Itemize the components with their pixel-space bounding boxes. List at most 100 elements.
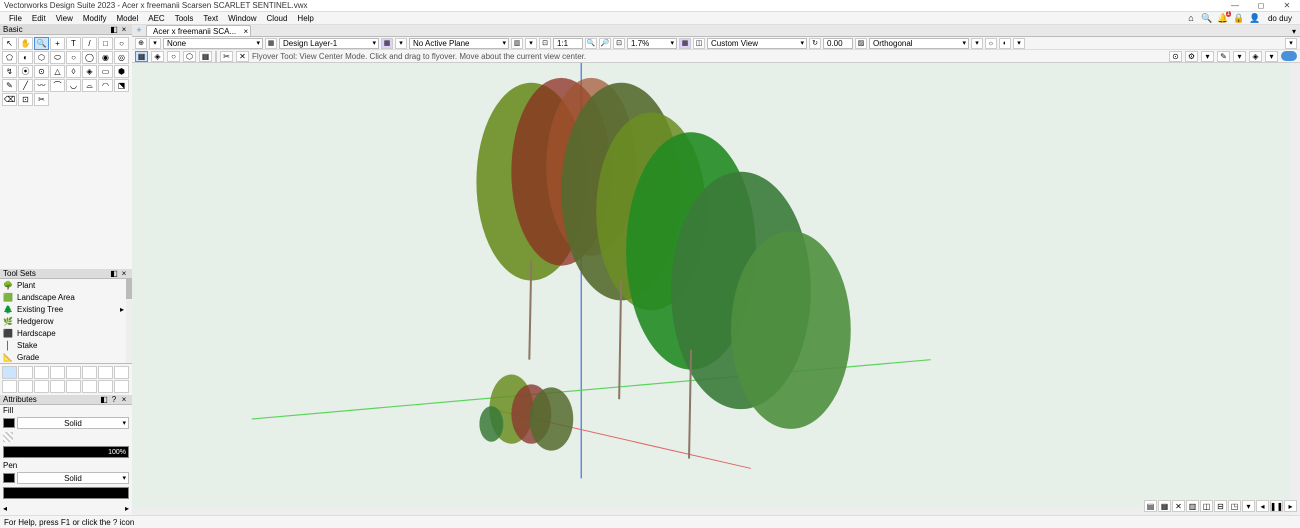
pen-color-swatch[interactable]	[3, 473, 15, 483]
home-icon[interactable]: ⌂	[1184, 12, 1198, 24]
basic-tool-33[interactable]: ⊡	[18, 93, 33, 106]
basic-tool-29[interactable]: ⌓	[82, 79, 97, 92]
basic-tool-15[interactable]: ◎	[114, 51, 129, 64]
toolset-subtool-6[interactable]	[98, 366, 113, 379]
projection-dropdown[interactable]: Orthogonal	[869, 38, 969, 49]
basic-tool-7[interactable]: ○	[114, 37, 129, 50]
prev-view-icon[interactable]: ◂	[1256, 500, 1269, 512]
constraint-icon[interactable]: ✎	[1217, 51, 1230, 62]
toolset-item-hedgerow[interactable]: 🌿Hedgerow	[0, 315, 132, 327]
basic-tool-17[interactable]: ⦿	[18, 65, 33, 78]
pen-opacity-slider[interactable]	[3, 487, 129, 499]
basic-tool-9[interactable]: ◐	[18, 51, 33, 64]
light-icon[interactable]: ☼	[985, 38, 997, 49]
basic-tool-20[interactable]: ◊	[66, 65, 81, 78]
layer-dropdown[interactable]: Design Layer-1	[279, 38, 379, 49]
fill-pattern-swatch[interactable]	[3, 432, 13, 442]
quick-pref-toggle[interactable]	[1281, 51, 1297, 61]
basic-tool-13[interactable]: ◯	[82, 51, 97, 64]
class-dropdown[interactable]: None	[163, 38, 263, 49]
basic-tool-0[interactable]: ↖	[2, 37, 17, 50]
mode-3-button[interactable]: ○	[167, 51, 180, 62]
constraint-toggle-icon[interactable]: ▾	[1233, 51, 1246, 62]
lock-icon[interactable]: 🔒	[1232, 12, 1246, 24]
notifications-icon[interactable]: 🔔1	[1216, 12, 1230, 24]
basic-tool-18[interactable]: ⊙	[34, 65, 49, 78]
toolset-item-hardscape[interactable]: ⬛Hardscape	[0, 327, 132, 339]
view-cube-icon[interactable]: ◫	[693, 38, 705, 49]
panel-undock-icon[interactable]: ◧	[109, 25, 119, 34]
fill-mode-dropdown[interactable]: Solid	[17, 417, 129, 429]
basic-tool-26[interactable]: 〰	[34, 79, 49, 92]
basic-tool-12[interactable]: ○	[66, 51, 81, 64]
menu-tools[interactable]: Tools	[170, 14, 199, 23]
basic-tool-22[interactable]: ▭	[98, 65, 113, 78]
zoom-dropdown[interactable]: 1.7%	[627, 38, 677, 49]
menu-view[interactable]: View	[51, 14, 78, 23]
view-dropdown[interactable]: Custom View	[707, 38, 807, 49]
shadow-icon[interactable]: ◐	[999, 38, 1011, 49]
panel-undock-icon[interactable]: ◧	[99, 395, 109, 404]
basic-tool-10[interactable]: ⬡	[34, 51, 49, 64]
basic-tool-24[interactable]: ✎	[2, 79, 17, 92]
rotation-field[interactable]: 0.00	[823, 38, 853, 49]
document-tab[interactable]: Acer x freemanii SCA... ×	[146, 25, 251, 36]
mode-5-button[interactable]: ▦	[199, 51, 212, 62]
basic-tool-1[interactable]: ✋	[18, 37, 33, 50]
scale-icon[interactable]: ⊡	[539, 38, 551, 49]
toolset-subtool-4[interactable]	[66, 366, 81, 379]
vertical-scrollbar[interactable]	[1290, 63, 1300, 508]
basic-tool-19[interactable]: △	[50, 65, 65, 78]
toolset-subtool-11[interactable]	[50, 380, 65, 393]
zoom-out-icon[interactable]: 🔎	[599, 38, 611, 49]
menu-model[interactable]: Model	[111, 14, 143, 23]
basic-tool-27[interactable]: ⌒	[50, 79, 65, 92]
user-icon[interactable]: 👤	[1248, 12, 1262, 24]
menu-modify[interactable]: Modify	[78, 14, 112, 23]
menu-help[interactable]: Help	[292, 14, 318, 23]
close-button[interactable]: ✕	[1274, 0, 1300, 12]
panel-undock-icon[interactable]: ◧	[109, 269, 119, 278]
fill-opacity-slider[interactable]: 100%	[3, 446, 129, 458]
viewbar-overflow-icon[interactable]: ▾	[1285, 38, 1297, 49]
toolset-item-plant[interactable]: 🌳Plant	[0, 279, 132, 291]
toolset-subtool-3[interactable]	[50, 366, 65, 379]
basic-tool-25[interactable]: ╱	[18, 79, 33, 92]
close-tab-icon[interactable]: ×	[243, 27, 248, 36]
toolset-subtool-13[interactable]	[82, 380, 97, 393]
rotate-icon[interactable]: ↻	[809, 38, 821, 49]
mode-pref-button[interactable]: ✂	[220, 51, 233, 62]
basic-tool-23[interactable]: ⬢	[114, 65, 129, 78]
mode-help-button[interactable]: ✕	[236, 51, 249, 62]
chevron-left-icon[interactable]: ◂	[3, 504, 7, 513]
menu-aec[interactable]: AEC	[143, 14, 169, 23]
fit-icon[interactable]: ⊕	[135, 38, 147, 49]
mode-2-button[interactable]: ◈	[151, 51, 164, 62]
menu-edit[interactable]: Edit	[27, 14, 51, 23]
split-v-icon[interactable]: ⊟	[1214, 500, 1227, 512]
zoom-in-icon[interactable]: 🔍	[585, 38, 597, 49]
cube-icon[interactable]: ◳	[1228, 500, 1241, 512]
basic-tool-21[interactable]: ◈	[82, 65, 97, 78]
minimize-button[interactable]: —	[1222, 0, 1248, 12]
add-document-button[interactable]: +	[132, 24, 146, 36]
toolset-subtool-1[interactable]	[18, 366, 33, 379]
toolset-subtool-8[interactable]	[2, 380, 17, 393]
plane-toggle-icon[interactable]: ▾	[395, 38, 407, 49]
basic-tool-16[interactable]: ↯	[2, 65, 17, 78]
show-grid-icon[interactable]: ▦	[1158, 500, 1171, 512]
plane-mode-icon[interactable]: ▦	[381, 38, 393, 49]
view-options-icon[interactable]: ▾	[1242, 500, 1255, 512]
show-rulers-icon[interactable]: ▤	[1144, 500, 1157, 512]
basic-tool-28[interactable]: ◡	[66, 79, 81, 92]
menu-cloud[interactable]: Cloud	[262, 14, 293, 23]
menu-file[interactable]: File	[4, 14, 27, 23]
extra2-toggle-icon[interactable]: ▾	[1265, 51, 1278, 62]
toolset-subtool-7[interactable]	[114, 366, 129, 379]
drawing-canvas[interactable]	[132, 63, 1290, 508]
rot2-icon[interactable]: ▾	[971, 38, 983, 49]
extra-icon[interactable]: ▾	[1013, 38, 1025, 49]
toolset-subtool-15[interactable]	[114, 380, 129, 393]
toolset-subtool-0[interactable]	[2, 366, 17, 379]
split-h-icon[interactable]: ◫	[1200, 500, 1213, 512]
